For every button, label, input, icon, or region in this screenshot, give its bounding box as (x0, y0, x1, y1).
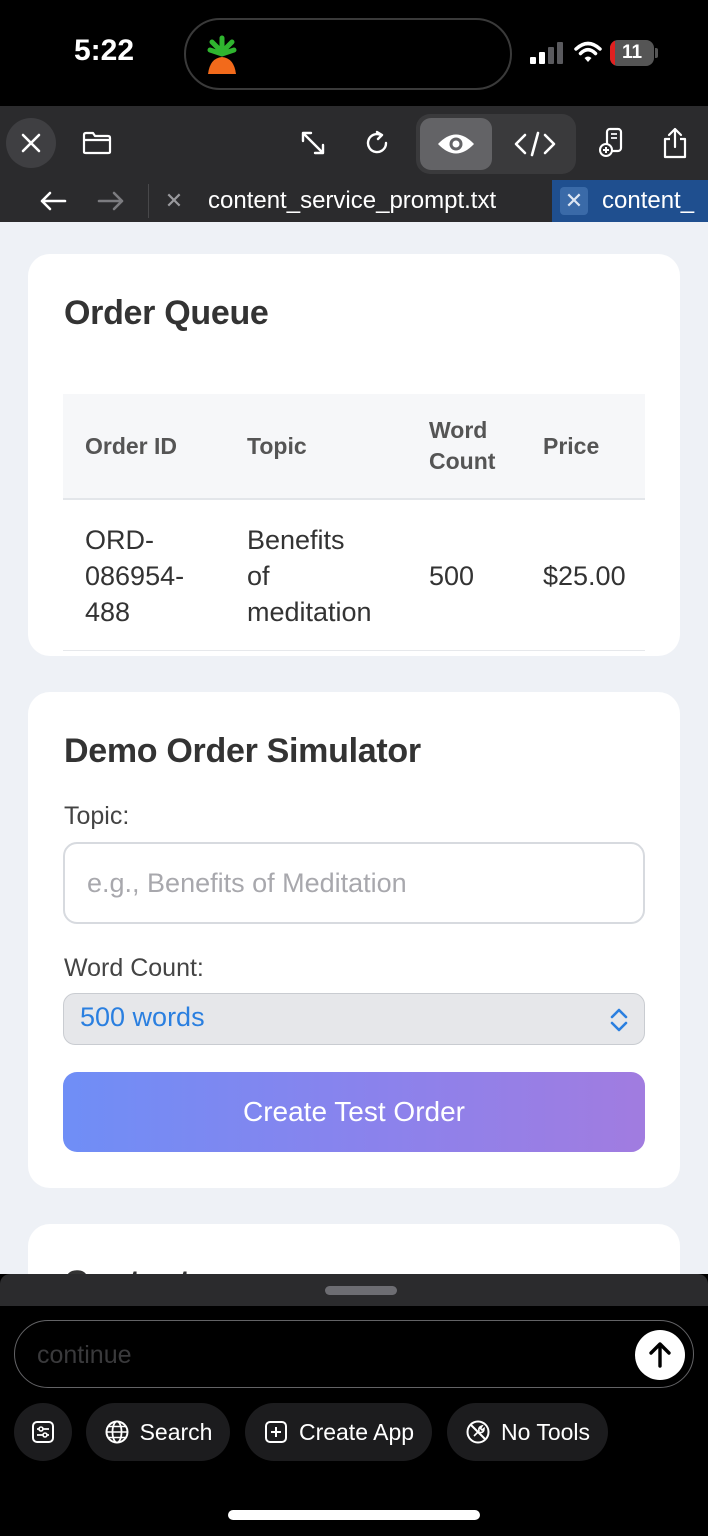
arrow-right-icon (97, 191, 124, 211)
battery-icon: 11 (610, 40, 658, 66)
no-tools-chip-label: No Tools (500, 1418, 591, 1445)
eye-icon (438, 134, 474, 154)
no-tools-icon (466, 1420, 490, 1444)
tab-content-service-prompt[interactable]: ✕ content_service_prompt.txt (156, 180, 496, 222)
share-icon (663, 127, 687, 159)
plus-square-icon (264, 1421, 287, 1443)
prompt-input[interactable] (37, 1335, 627, 1375)
prompt-field[interactable] (14, 1320, 694, 1388)
folder-icon (82, 131, 112, 155)
arrow-up-icon (649, 1342, 671, 1368)
word-count-value: 500 words (80, 1002, 205, 1032)
tab-label: content_service_prompt.txt (208, 187, 497, 214)
home-indicator (228, 1510, 480, 1520)
tab-label: content_ (602, 187, 695, 214)
add-to-device-button[interactable] (586, 118, 636, 168)
settings-chip[interactable] (14, 1403, 72, 1461)
word-count-select[interactable]: 500 words (63, 993, 645, 1045)
share-button[interactable] (650, 118, 700, 168)
browser-toolbar (0, 106, 708, 180)
cellular-signal-icon (530, 42, 563, 64)
header-order-id: Order ID (85, 433, 178, 459)
header-topic: Topic (247, 433, 307, 459)
next-card-title: Content... (64, 1264, 218, 1274)
cell-price: $25.00 (543, 561, 626, 591)
forward-button[interactable] (94, 184, 128, 218)
tab-close-icon[interactable]: ✕ (560, 187, 588, 215)
tab-content-active[interactable]: ✕ content_ (552, 180, 708, 222)
tab-close-icon[interactable]: ✕ (156, 188, 192, 214)
battery-level: 11 (621, 42, 643, 63)
no-tools-chip[interactable]: No Tools (447, 1403, 608, 1461)
simulator-title: Demo Order Simulator (64, 732, 421, 770)
code-icon (514, 131, 556, 157)
create-test-order-button[interactable]: Create Test Order (63, 1072, 645, 1152)
header-word-count: Word Count (429, 417, 496, 474)
wifi-icon (574, 41, 602, 62)
phone-add-icon (599, 127, 623, 157)
view-mode-toggle (416, 114, 576, 174)
expand-button[interactable] (288, 118, 338, 168)
create-app-chip-label: Create App (298, 1418, 415, 1445)
search-chip[interactable]: Search (86, 1403, 230, 1461)
close-icon (21, 133, 41, 153)
code-mode-button[interactable] (498, 118, 572, 170)
chevron-up-down-icon (610, 1008, 628, 1032)
search-chip-label: Search (139, 1418, 213, 1445)
files-button[interactable] (72, 118, 122, 168)
header-price: Price (543, 433, 600, 459)
expand-icon (301, 131, 325, 155)
order-queue-title: Order Queue (64, 294, 269, 332)
row-divider (63, 650, 645, 651)
back-button[interactable] (36, 184, 70, 218)
topic-label: Topic: (64, 802, 130, 830)
sheet-header (0, 1274, 708, 1306)
topic-input[interactable] (63, 842, 645, 924)
tab-divider (148, 184, 149, 218)
create-app-chip[interactable]: Create App (245, 1403, 432, 1461)
web-content: Order Queue Order ID Topic Word Count Pr… (0, 222, 708, 1274)
next-card: Content... (28, 1224, 680, 1274)
arrow-left-icon (40, 191, 67, 211)
globe-icon (105, 1420, 129, 1444)
assistant-sheet: Search Create App No Tools (0, 1274, 708, 1536)
send-button[interactable] (635, 1330, 685, 1380)
drag-handle[interactable] (325, 1286, 397, 1295)
reload-button[interactable] (352, 118, 402, 168)
order-queue-card: Order Queue Order ID Topic Word Count Pr… (28, 254, 680, 656)
reload-icon (366, 130, 388, 154)
table-header: Order ID Topic Word Count Price (63, 394, 645, 500)
cell-topic: Benefits of meditation (247, 525, 372, 627)
word-count-label: Word Count: (64, 954, 204, 982)
status-bar: 5:22 11 (0, 0, 708, 106)
carrot-logo-icon (207, 35, 237, 74)
tab-strip: ✕ content_service_prompt.txt ✕ content_ (0, 180, 708, 222)
demo-simulator-card: Demo Order Simulator Topic: Word Count: … (28, 692, 680, 1188)
cell-order-id: ORD- 086954- 488 (85, 525, 185, 627)
cell-word-count: 500 (429, 561, 475, 591)
preview-mode-button[interactable] (420, 118, 492, 170)
close-button[interactable] (6, 118, 56, 168)
sliders-icon (32, 1421, 54, 1443)
dynamic-island (184, 18, 512, 90)
status-time: 5:22 (74, 34, 135, 67)
